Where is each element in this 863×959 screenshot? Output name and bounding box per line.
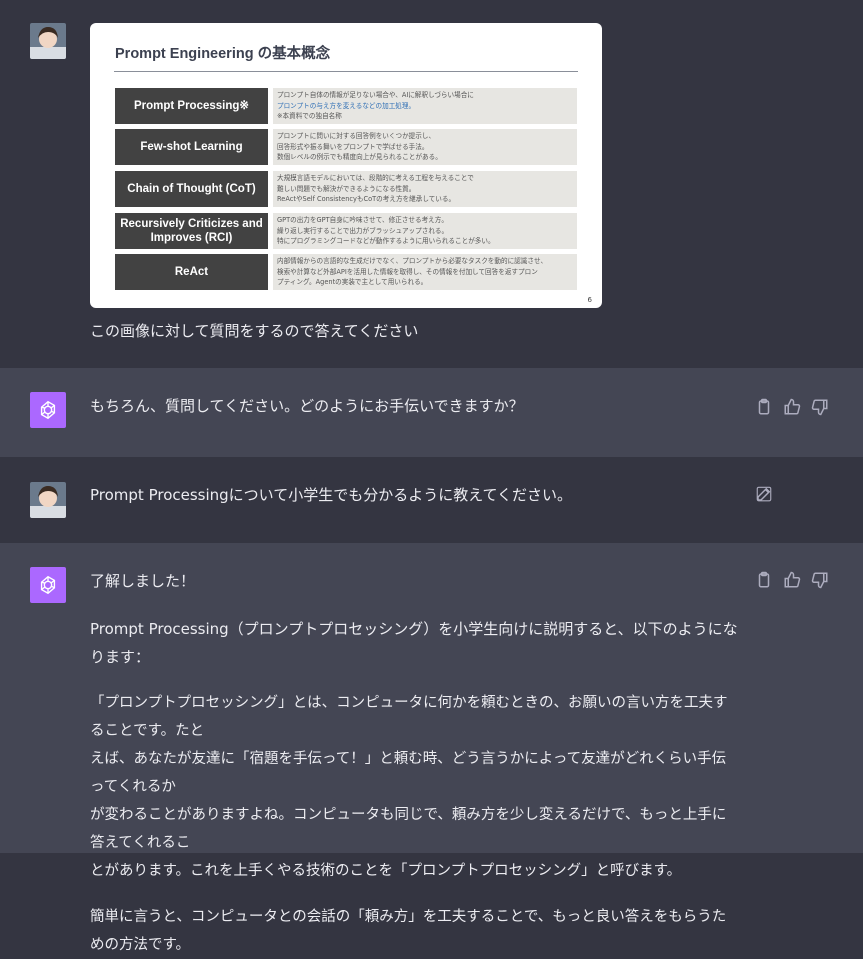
assistant-avatar bbox=[30, 392, 66, 428]
slide-row-desc: プロンプト自体の情報が足りない場合や、AIに解釈しづらい場合に プロンプトの与え… bbox=[273, 88, 577, 124]
user-message-text: Prompt Processingについて小学生でも分かるように教えてください。 bbox=[90, 486, 573, 504]
attached-image-slide[interactable]: Prompt Engineering の基本概念 Prompt Processi… bbox=[90, 23, 602, 308]
slide-divider bbox=[114, 71, 578, 72]
message-assistant-1: もちろん、質問してください。どのようにお手伝いできますか？ bbox=[0, 368, 863, 457]
assistant-message-body: 了解しました！ Prompt Processing（プロンプトプロセッシング）を… bbox=[90, 567, 740, 959]
slide-row-label: Recursively Criticizes and Improves (RCI… bbox=[115, 213, 268, 249]
edit-icon[interactable] bbox=[755, 485, 773, 503]
slide-row-desc: 内部情報からの言語的な生成だけでなく、プロンプトから必要なタスクを動的に認識させ… bbox=[273, 254, 577, 290]
thumbs-up-icon[interactable] bbox=[783, 398, 801, 416]
slide-row: Chain of Thought (CoT) 大規模言語モデルにおいては、段階的… bbox=[115, 171, 577, 207]
assistant-message-text: もちろん、質問してください。どのようにお手伝いできますか？ bbox=[90, 397, 524, 415]
message-user-2: Prompt Processingについて小学生でも分かるように教えてください。 bbox=[0, 457, 863, 543]
assistant-avatar bbox=[30, 567, 66, 603]
assistant-paragraph: 簡単に言うと、コンピュータとの会話の「頼み方」を工夫することで、もっと良い答えを… bbox=[90, 909, 727, 953]
slide-row-label: Prompt Processing※ bbox=[115, 88, 268, 124]
openai-logo-icon bbox=[40, 575, 56, 595]
slide-row: Prompt Processing※ プロンプト自体の情報が足りない場合や、AI… bbox=[115, 88, 577, 124]
message-actions bbox=[755, 571, 829, 589]
slide-row-desc: プロンプトに問いに対する回答例をいくつか提示し、 回答形式や振る舞いをプロンプト… bbox=[273, 129, 577, 165]
thumbs-up-icon[interactable] bbox=[783, 571, 801, 589]
slide-row-desc: GPTの出力をGPT自身に吟味させて、修正させる考え方。 繰り返し実行することで… bbox=[273, 213, 577, 249]
assistant-paragraph: 了解しました！ bbox=[90, 572, 196, 590]
message-actions bbox=[755, 485, 773, 503]
slide-row-desc: 大規模言語モデルにおいては、段階的に考える工程を与えることで 難しい問題でも解決… bbox=[273, 171, 577, 207]
assistant-paragraph: Prompt Processing（プロンプトプロセッシング）を小学生向けに説明… bbox=[90, 620, 738, 666]
message-user-1: Prompt Engineering の基本概念 Prompt Processi… bbox=[0, 0, 863, 368]
clipboard-icon[interactable] bbox=[755, 571, 773, 589]
slide-row-label: Chain of Thought (CoT) bbox=[115, 171, 268, 207]
clipboard-icon[interactable] bbox=[755, 398, 773, 416]
assistant-paragraph: 「プロンプトプロセッシング」とは、コンピュータに何かを頼むときの、お願いの言い方… bbox=[90, 695, 728, 879]
slide-page-number: 6 bbox=[587, 296, 592, 304]
slide-row-label: ReAct bbox=[115, 254, 268, 290]
slide-row: Few-shot Learning プロンプトに問いに対する回答例をいくつか提示… bbox=[115, 129, 577, 165]
slide-row-label: Few-shot Learning bbox=[115, 129, 268, 165]
user-avatar bbox=[30, 482, 66, 518]
slide-title: Prompt Engineering の基本概念 bbox=[115, 46, 331, 62]
thumbs-down-icon[interactable] bbox=[811, 571, 829, 589]
user-avatar bbox=[30, 23, 66, 59]
user-message-text: この画像に対して質問をするので答えてください bbox=[90, 322, 419, 340]
thumbs-down-icon[interactable] bbox=[811, 398, 829, 416]
openai-logo-icon bbox=[40, 400, 56, 420]
slide-row: Recursively Criticizes and Improves (RCI… bbox=[115, 213, 577, 249]
message-actions bbox=[755, 398, 829, 416]
slide-row: ReAct 内部情報からの言語的な生成だけでなく、プロンプトから必要なタスクを動… bbox=[115, 254, 577, 290]
message-assistant-2: 了解しました！ Prompt Processing（プロンプトプロセッシング）を… bbox=[0, 543, 863, 953]
